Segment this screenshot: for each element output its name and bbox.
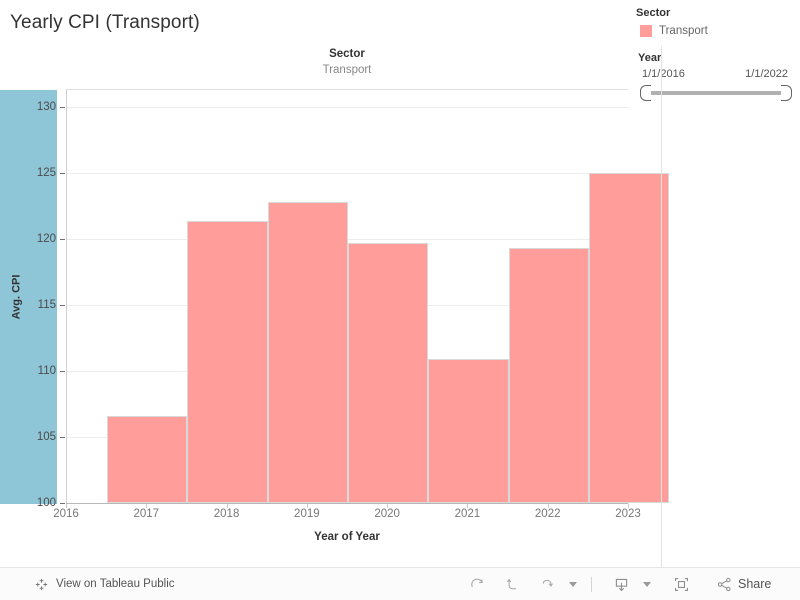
year-slider-track[interactable]	[648, 91, 784, 95]
column-header-field: Sector	[329, 48, 365, 60]
panel-divider	[661, 46, 662, 568]
bar-2022[interactable]	[588, 173, 670, 503]
share-button[interactable]: Share	[713, 572, 774, 596]
x-tick-label: 2016	[53, 508, 79, 520]
y-tick-mark	[60, 107, 65, 109]
y-tick-mark	[60, 173, 65, 175]
fullscreen-icon[interactable]	[666, 572, 696, 596]
redo-icon[interactable]	[462, 572, 492, 596]
x-tick-label: 2019	[294, 508, 320, 520]
view-on-tableau-public-label: View on Tableau Public	[56, 578, 175, 590]
y-axis-title: Avg. CPI	[10, 274, 23, 319]
y-tick-label: 100	[36, 497, 56, 509]
y-tick-mark	[60, 371, 65, 373]
legend-swatch-transport	[640, 25, 652, 37]
tableau-logo-icon	[34, 577, 49, 592]
x-axis-title: Year of Year	[314, 531, 380, 543]
toolbar-separator	[591, 576, 592, 592]
y-tick-mark	[60, 437, 65, 439]
x-tick-label: 2018	[213, 508, 240, 520]
page-title: Yearly CPI (Transport)	[10, 12, 200, 33]
x-tick-mark	[146, 504, 148, 508]
bar-2018[interactable]	[267, 202, 348, 503]
download-dropdown-caret-icon[interactable]	[643, 581, 651, 587]
share-label: Share	[738, 577, 772, 591]
x-tick-label: 2022	[534, 508, 561, 520]
x-tick-mark	[226, 504, 228, 508]
plot-area	[66, 90, 670, 504]
x-tick-label: 2017	[133, 508, 160, 520]
y-tick-label: 110	[37, 365, 56, 378]
column-header-member[interactable]: Transport	[66, 62, 628, 79]
y-tick-label: 130	[36, 101, 56, 114]
x-tick-mark	[306, 504, 308, 508]
revert-icon[interactable]	[532, 572, 562, 596]
x-tick-label: 2023	[615, 508, 641, 520]
y-tick-mark	[60, 305, 65, 307]
download-icon[interactable]	[606, 572, 636, 596]
y-tick-label: 105	[36, 431, 56, 444]
bar-2021[interactable]	[508, 248, 589, 503]
y-tick-mark	[60, 239, 65, 241]
toolbar-actions: Share	[462, 572, 774, 596]
gridline	[67, 107, 629, 109]
view-on-tableau-public[interactable]: View on Tableau Public	[0, 577, 175, 592]
sector-legend-caption: Sector	[636, 7, 671, 19]
y-tick-label: 115	[37, 299, 56, 312]
gridline	[67, 173, 629, 175]
legend-label-transport: Transport	[659, 25, 708, 37]
revert-dropdown-caret-icon[interactable]	[569, 581, 577, 587]
bar-2019[interactable]	[348, 243, 429, 503]
y-tick-label: 120	[36, 233, 56, 246]
bar-2020[interactable]	[428, 359, 509, 503]
x-tick-mark	[66, 504, 67, 508]
bottom-toolbar: View on Tableau Public Share	[0, 567, 800, 600]
x-tick-label: 2021	[454, 508, 481, 520]
sector-legend: Sector Transport	[636, 6, 794, 39]
x-tick-mark	[547, 504, 549, 508]
undo-icon[interactable]	[497, 572, 527, 596]
x-tick-mark	[628, 504, 629, 508]
bar-2016[interactable]	[107, 415, 188, 503]
year-filter-max-label: 1/1/2022	[745, 68, 788, 80]
chart-worksheet: Sector Transport Avg. CPI 100 105 110 115 12…	[0, 46, 670, 568]
y-tick-label: 125	[36, 167, 56, 180]
tableau-dashboard: Yearly CPI (Transport) Sector Transport …	[0, 0, 800, 600]
x-tick-mark	[387, 504, 389, 508]
y-tick-mark	[60, 503, 65, 504]
share-icon	[716, 576, 733, 593]
gridline	[67, 239, 629, 241]
legend-item-transport[interactable]: Transport	[636, 23, 794, 39]
bar-2017[interactable]	[187, 220, 268, 503]
year-slider-handle-max[interactable]	[781, 85, 792, 101]
column-header: Sector Transport	[66, 46, 628, 79]
x-tick-label: 2020	[374, 508, 400, 520]
x-tick-mark	[467, 504, 469, 508]
x-axis-baseline	[66, 503, 628, 504]
